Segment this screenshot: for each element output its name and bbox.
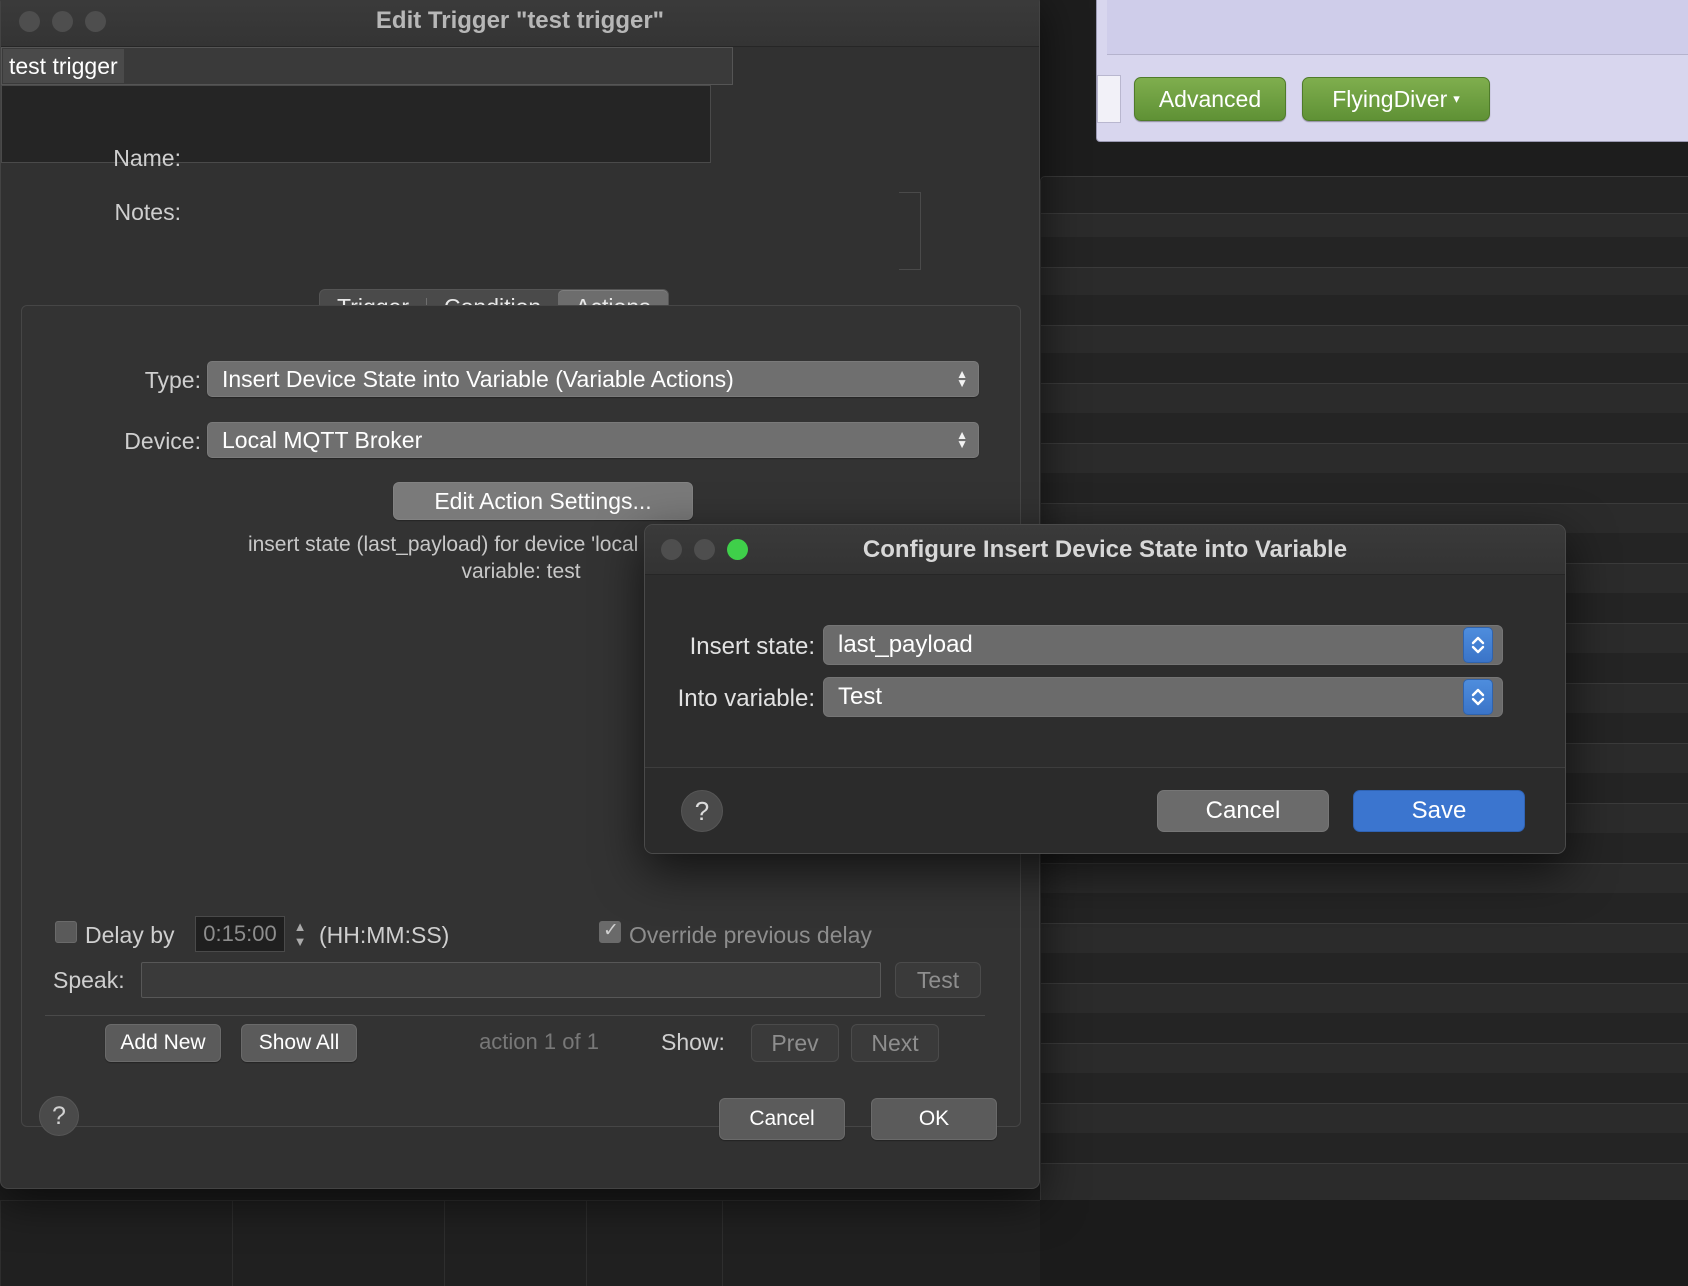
speak-test-button[interactable]: Test — [895, 962, 981, 998]
speak-test-label: Test — [916, 966, 960, 993]
delay-stepper[interactable]: ▲ ▼ — [291, 916, 309, 952]
insert-state-value: last_payload — [838, 631, 973, 658]
add-new-label: Add New — [120, 1031, 206, 1054]
show-all-button[interactable]: Show All — [241, 1024, 357, 1062]
name-input[interactable]: test trigger — [1, 47, 733, 85]
insert-state-stepper[interactable] — [1463, 627, 1493, 663]
configure-help-button[interactable]: ? — [681, 790, 723, 832]
cancel-label: Cancel — [749, 1107, 815, 1130]
type-select[interactable]: Insert Device State into Variable (Varia… — [207, 361, 979, 397]
device-select-value: Local MQTT Broker — [222, 426, 423, 453]
edit-action-settings-button[interactable]: Edit Action Settings... — [393, 482, 693, 520]
chevron-updown-icon: ▲ ▼ — [956, 428, 968, 451]
configure-dialog-titlebar: Configure Insert Device State into Varia… — [645, 525, 1565, 575]
configure-save-label: Save — [1411, 797, 1467, 824]
delay-time-input[interactable]: 0:15:00 — [195, 916, 285, 952]
speak-input[interactable] — [141, 962, 881, 998]
type-label: Type: — [144, 367, 201, 393]
chevron-updown-icon — [1471, 688, 1485, 706]
chevron-down-icon: ▾ — [1453, 91, 1460, 106]
chevron-updown-icon — [1471, 636, 1485, 654]
screen: Advanced FlyingDiver ▾ Edit Trigger "tes… — [0, 0, 1688, 1286]
window-titlebar: Edit Trigger "test trigger" — [1, 0, 1039, 47]
background-app-field — [1097, 75, 1121, 123]
into-variable-select[interactable]: Test — [823, 677, 1503, 717]
configure-cancel-button[interactable]: Cancel — [1157, 790, 1329, 832]
type-select-value: Insert Device State into Variable (Varia… — [222, 365, 734, 392]
next-label: Next — [871, 1029, 919, 1056]
into-variable-value: Test — [838, 683, 883, 710]
name-input-value: test trigger — [3, 49, 124, 83]
configure-dialog-title: Configure Insert Device State into Varia… — [862, 536, 1348, 563]
into-variable-label: Into variable: — [677, 685, 815, 712]
prev-button[interactable]: Prev — [751, 1024, 839, 1062]
flyingdiver-button-label: FlyingDiver — [1332, 85, 1448, 112]
help-icon: ? — [694, 795, 710, 826]
into-variable-stepper[interactable] — [1463, 679, 1493, 715]
background-app-window: Advanced FlyingDiver ▾ — [1096, 0, 1688, 142]
speak-label: Speak: — [53, 967, 125, 993]
delay-time-value: 0:15:00 — [203, 921, 277, 946]
configure-save-button[interactable]: Save — [1353, 790, 1525, 832]
show-label: Show: — [661, 1029, 725, 1055]
insert-state-select[interactable]: last_payload — [823, 625, 1503, 665]
ok-label: OK — [918, 1107, 950, 1130]
name-label: Name: — [113, 145, 181, 171]
action-counter: action 1 of 1 — [479, 1029, 599, 1054]
device-select[interactable]: Local MQTT Broker ▲ ▼ — [207, 422, 979, 458]
flyingdiver-menu-button[interactable]: FlyingDiver ▾ — [1302, 77, 1490, 121]
divider — [45, 1015, 985, 1016]
ok-button[interactable]: OK — [871, 1098, 997, 1140]
device-label: Device: — [124, 428, 201, 454]
add-new-button[interactable]: Add New — [105, 1024, 221, 1062]
configure-dialog-footer: ? Cancel Save — [645, 767, 1565, 853]
override-previous-delay-checkbox[interactable] — [599, 919, 621, 943]
delay-checkbox[interactable] — [55, 921, 77, 943]
window-title: Edit Trigger "test trigger" — [375, 7, 665, 34]
configure-dialog-body: Insert state: last_payload Into variable… — [645, 575, 1565, 769]
prev-label: Prev — [771, 1029, 819, 1056]
configure-cancel-label: Cancel — [1205, 797, 1281, 824]
override-previous-delay-label: Override previous delay — [629, 922, 872, 948]
chevron-updown-icon: ▲ ▼ — [956, 367, 968, 390]
configure-dialog: Configure Insert Device State into Varia… — [644, 524, 1566, 854]
insert-state-label: Insert state: — [689, 633, 815, 660]
advanced-button-label: Advanced — [1158, 85, 1262, 112]
show-all-label: Show All — [258, 1031, 340, 1054]
desktop-bottom-strip — [0, 1200, 1688, 1286]
delay-format-label: (HH:MM:SS) — [319, 922, 450, 948]
edit-action-settings-label: Edit Action Settings... — [434, 487, 652, 514]
notes-label: Notes: — [114, 199, 181, 225]
cancel-button[interactable]: Cancel — [719, 1098, 845, 1140]
next-button[interactable]: Next — [851, 1024, 939, 1062]
background-app-header — [1107, 0, 1688, 55]
help-icon: ? — [52, 1101, 66, 1130]
notes-scrollbar[interactable] — [899, 192, 921, 270]
advanced-button[interactable]: Advanced — [1134, 77, 1286, 121]
help-button[interactable]: ? — [39, 1096, 79, 1136]
delay-label: Delay by — [85, 922, 175, 948]
